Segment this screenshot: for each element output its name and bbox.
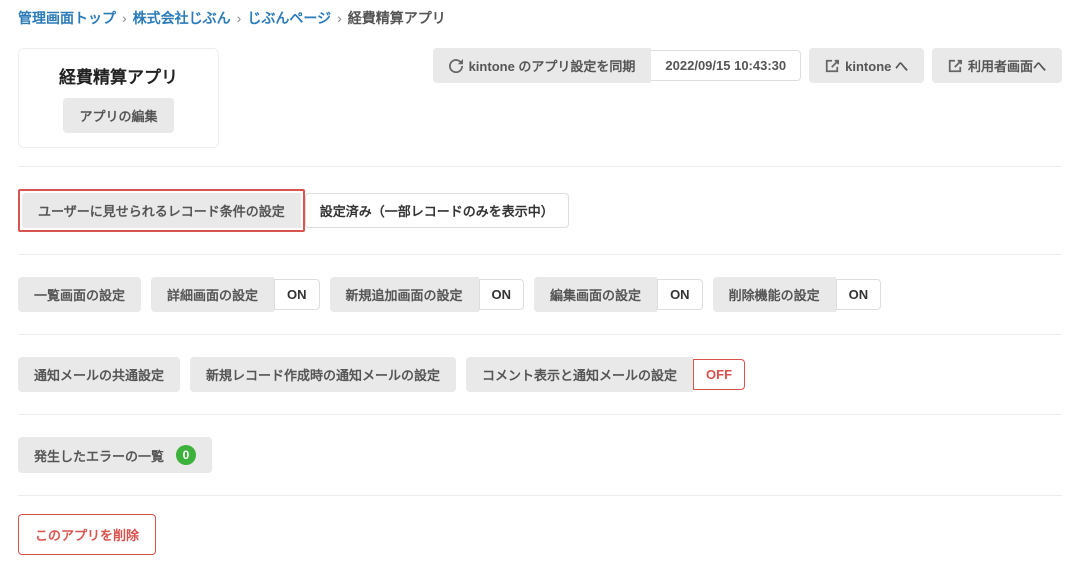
chevron-right-icon: › bbox=[237, 10, 242, 26]
external-link-icon bbox=[948, 59, 962, 73]
detail-screen-toggle: ON bbox=[274, 279, 320, 310]
chevron-right-icon: › bbox=[337, 10, 342, 26]
refresh-icon bbox=[449, 59, 463, 73]
to-kintone-button[interactable]: kintone へ bbox=[809, 48, 924, 83]
sync-group: kintone のアプリ設定を同期 2022/09/15 10:43:30 bbox=[433, 48, 802, 83]
sync-button-label: kintone のアプリ設定を同期 bbox=[469, 56, 636, 75]
breadcrumb: 管理画面トップ › 株式会社じぶん › じぶんページ › 経費精算アプリ bbox=[0, 0, 1080, 36]
detail-screen-settings-button[interactable]: 詳細画面の設定 bbox=[151, 277, 274, 312]
edit-screen-group: 編集画面の設定 ON bbox=[534, 277, 703, 312]
page-title: 経費精算アプリ bbox=[59, 63, 178, 88]
error-list-label: 発生したエラーの一覧 bbox=[34, 446, 164, 465]
add-screen-settings-button[interactable]: 新規追加画面の設定 bbox=[330, 277, 479, 312]
list-screen-settings-button[interactable]: 一覧画面の設定 bbox=[18, 277, 141, 312]
mail-new-record-settings-button[interactable]: 新規レコード作成時の通知メールの設定 bbox=[190, 357, 456, 392]
mail-common-settings-button[interactable]: 通知メールの共通設定 bbox=[18, 357, 180, 392]
mail-comment-settings-button[interactable]: コメント表示と通知メールの設定 bbox=[466, 357, 693, 392]
record-condition-status: 設定済み（一部レコードのみを表示中） bbox=[305, 193, 569, 228]
external-link-icon bbox=[825, 59, 839, 73]
mail-comment-group: コメント表示と通知メールの設定 OFF bbox=[466, 357, 745, 392]
to-userscreen-button[interactable]: 利用者画面へ bbox=[932, 48, 1062, 83]
sync-kintone-button[interactable]: kintone のアプリ設定を同期 bbox=[433, 48, 652, 83]
delete-feature-group: 削除機能の設定 ON bbox=[713, 277, 882, 312]
to-kintone-label: kintone へ bbox=[845, 56, 908, 75]
edit-screen-toggle: ON bbox=[657, 279, 703, 310]
record-condition-button[interactable]: ユーザーに見せられるレコード条件の設定 bbox=[22, 193, 301, 228]
edit-screen-settings-button[interactable]: 編集画面の設定 bbox=[534, 277, 657, 312]
to-userscreen-label: 利用者画面へ bbox=[968, 56, 1046, 75]
detail-screen-group: 詳細画面の設定 ON bbox=[151, 277, 320, 312]
app-title-card: 経費精算アプリ アプリの編集 bbox=[18, 48, 219, 148]
delete-app-button[interactable]: このアプリを削除 bbox=[18, 514, 156, 555]
add-screen-toggle: ON bbox=[479, 279, 525, 310]
top-action-bar: kintone のアプリ設定を同期 2022/09/15 10:43:30 ki… bbox=[433, 48, 1062, 83]
sync-timestamp: 2022/09/15 10:43:30 bbox=[651, 50, 801, 81]
error-list-button[interactable]: 発生したエラーの一覧 0 bbox=[18, 437, 212, 473]
breadcrumb-current: 経費精算アプリ bbox=[348, 8, 446, 28]
mail-comment-toggle: OFF bbox=[693, 359, 745, 390]
delete-feature-settings-button[interactable]: 削除機能の設定 bbox=[713, 277, 836, 312]
breadcrumb-link-page[interactable]: じぶんページ bbox=[247, 8, 331, 28]
record-condition-highlight: ユーザーに見せられるレコード条件の設定 bbox=[18, 189, 305, 232]
delete-feature-toggle: ON bbox=[836, 279, 882, 310]
add-screen-group: 新規追加画面の設定 ON bbox=[330, 277, 525, 312]
breadcrumb-link-company[interactable]: 株式会社じぶん bbox=[133, 8, 231, 28]
edit-app-button[interactable]: アプリの編集 bbox=[63, 98, 173, 133]
chevron-right-icon: › bbox=[122, 10, 127, 26]
error-count-badge: 0 bbox=[176, 445, 196, 465]
breadcrumb-link-top[interactable]: 管理画面トップ bbox=[18, 8, 116, 28]
